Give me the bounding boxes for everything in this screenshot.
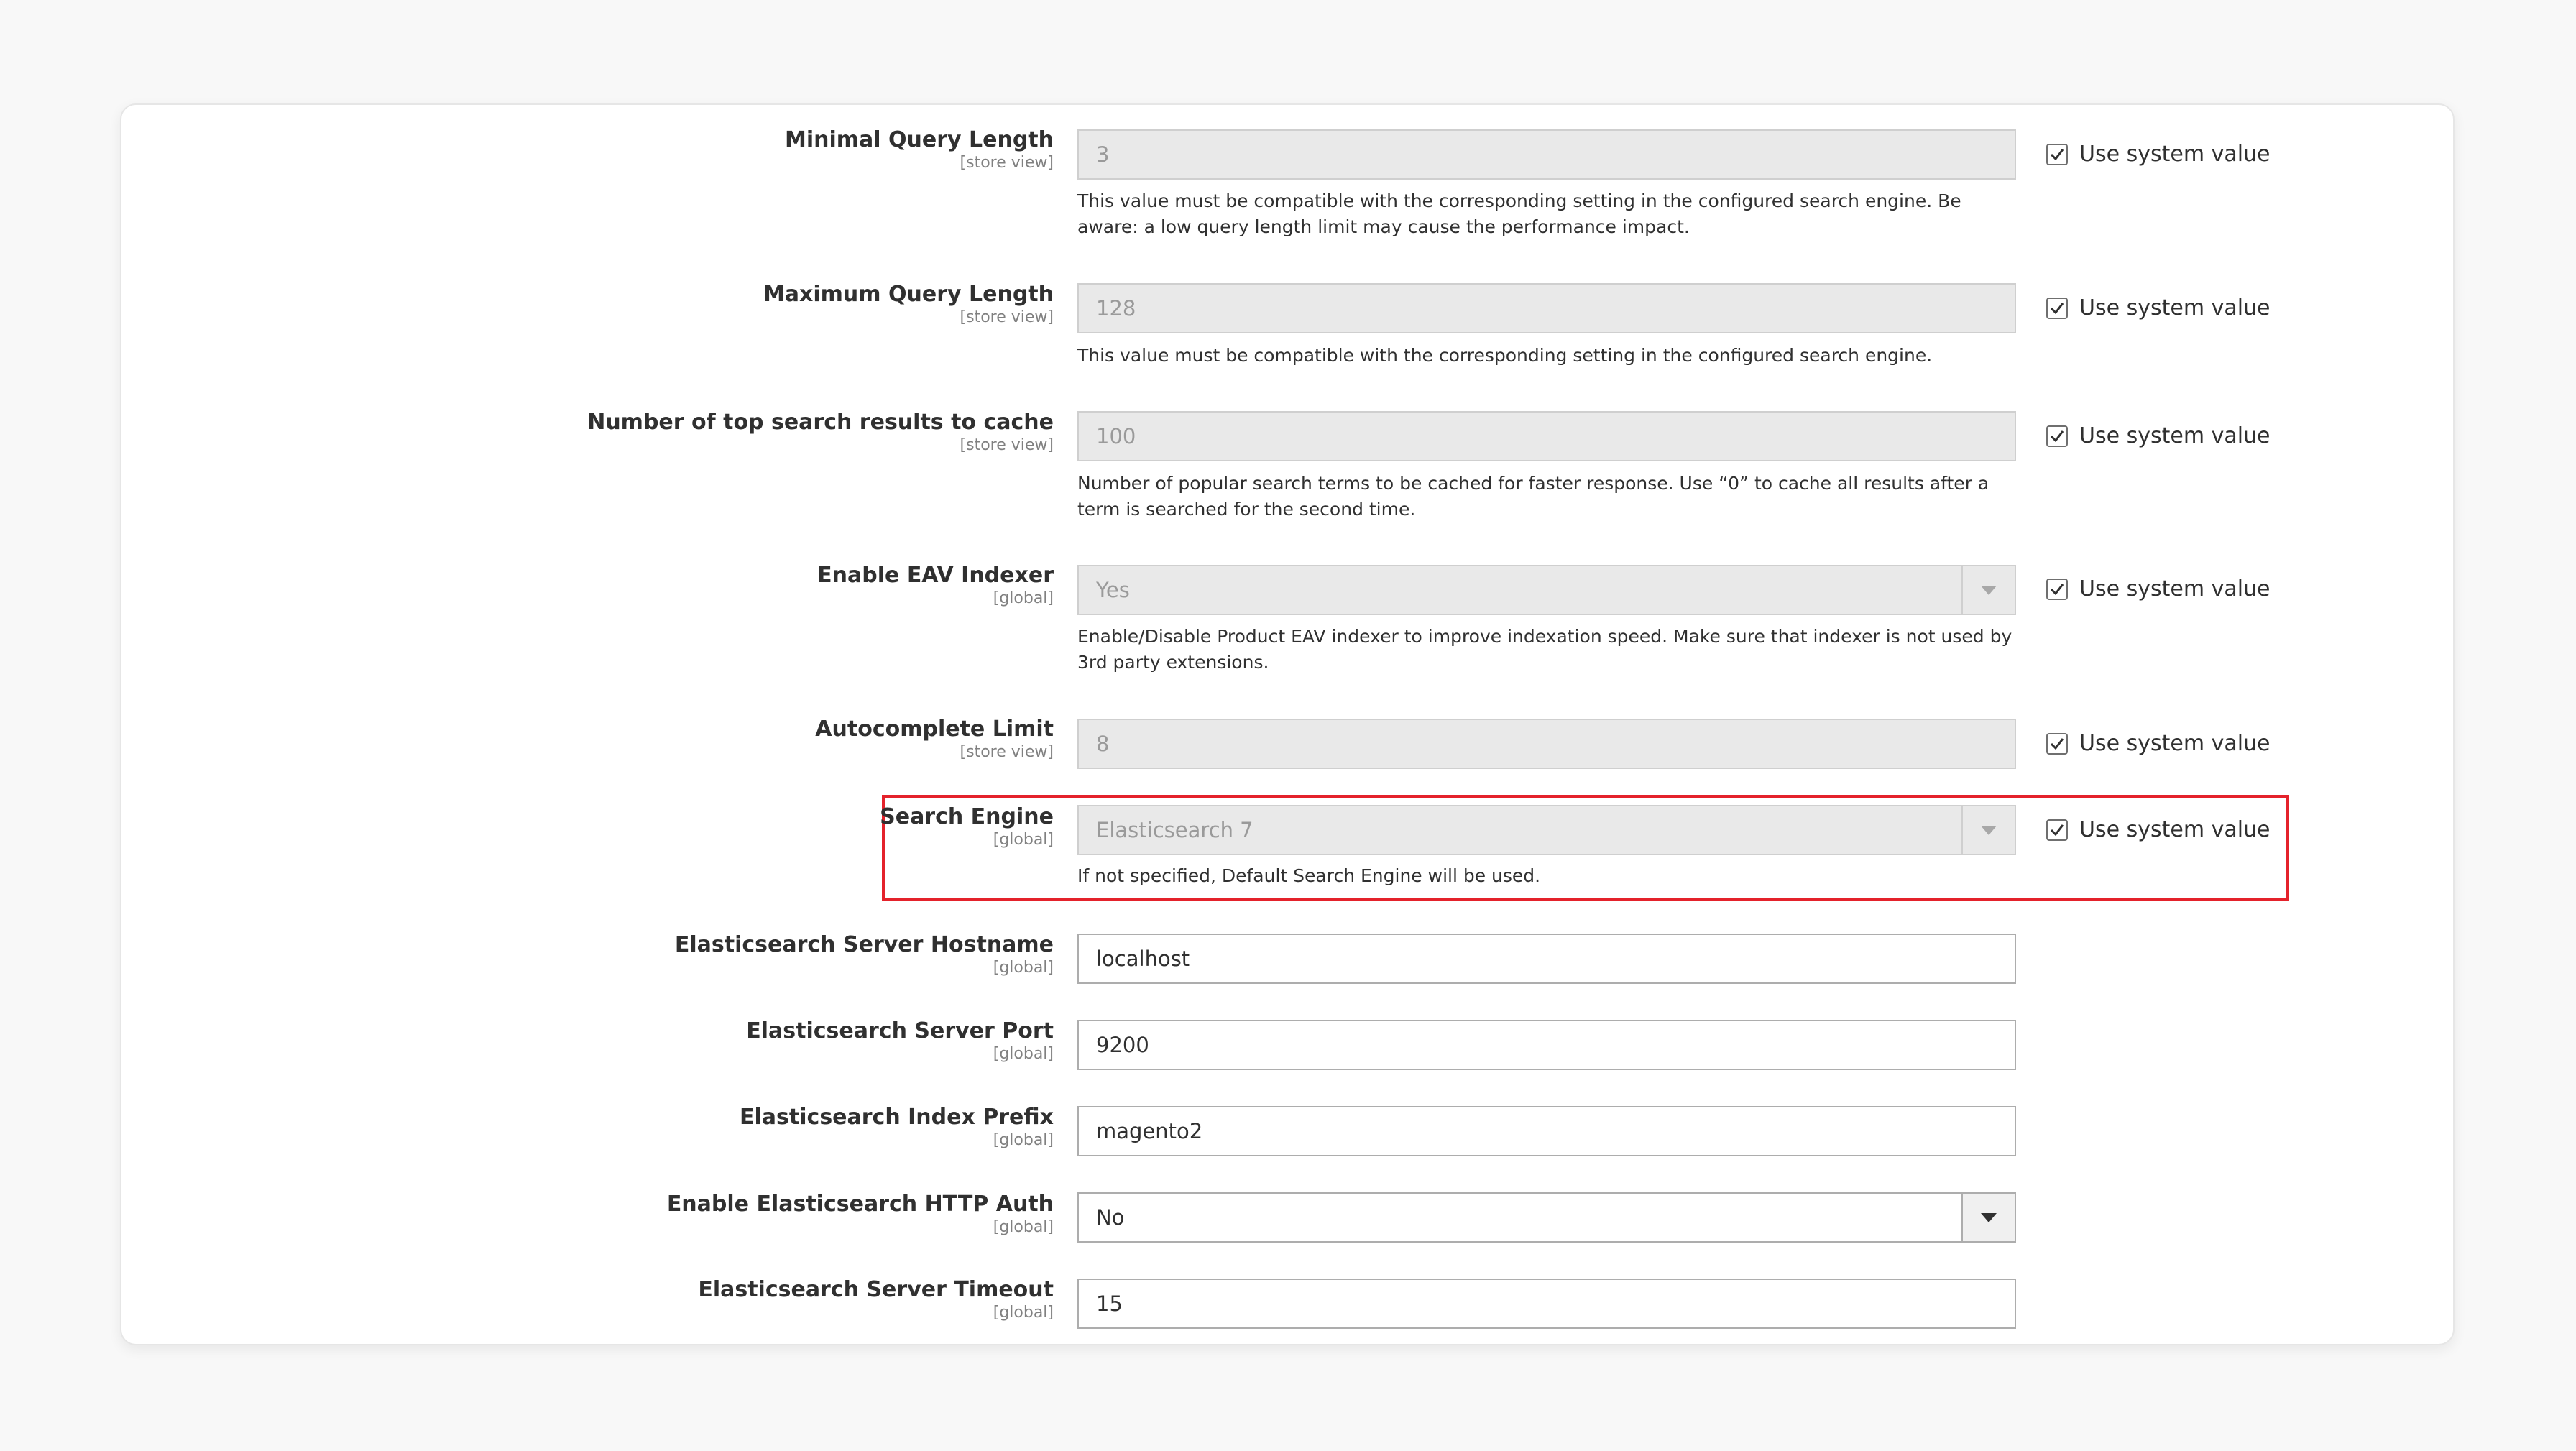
field-scope: [global]	[993, 589, 1054, 607]
field-scope: [global]	[993, 831, 1054, 849]
search-engine-use-system[interactable]: Use system value	[2046, 817, 2271, 842]
select-value: No	[1096, 1205, 1125, 1230]
label-es-index-prefix: Elasticsearch Index Prefix [global]	[740, 1104, 1054, 1150]
maximum-query-length-note: This value must be compatible with the c…	[1077, 345, 1933, 366]
es-hostname-input[interactable]: localhost	[1077, 934, 2016, 984]
field-label: Elasticsearch Server Timeout	[698, 1277, 1054, 1302]
field-scope: [store view]	[960, 308, 1054, 326]
checkmark-icon	[2050, 430, 2064, 442]
checkmark-icon	[2050, 737, 2064, 750]
checkbox[interactable]	[2046, 578, 2068, 600]
maximum-query-length-input[interactable]: 128	[1077, 283, 2016, 333]
checkbox-label: Use system value	[2079, 731, 2271, 756]
label-minimal-query-length: Minimal Query Length [store view]	[785, 126, 1054, 172]
chevron-down-icon[interactable]	[1961, 806, 2015, 854]
field-label: Enable Elasticsearch HTTP Auth	[666, 1192, 1054, 1217]
select-value: Yes	[1096, 578, 1130, 602]
checkbox-label: Use system value	[2079, 295, 2271, 321]
field-label: Enable EAV Indexer	[817, 563, 1054, 588]
es-timeout-input[interactable]: 15	[1077, 1279, 2016, 1329]
checkbox[interactable]	[2046, 297, 2068, 319]
field-label: Maximum Query Length	[763, 282, 1054, 307]
autocomplete-limit-use-system[interactable]: Use system value	[2046, 731, 2271, 756]
field-scope: [global]	[993, 1304, 1054, 1322]
checkbox[interactable]	[2046, 819, 2068, 841]
field-label: Number of top search results to cache	[587, 410, 1054, 435]
checkmark-icon	[2050, 302, 2064, 314]
label-autocomplete-limit: Autocomplete Limit [store view]	[815, 716, 1054, 762]
enable-eav-indexer-use-system[interactable]: Use system value	[2046, 576, 2271, 602]
field-label: Search Engine	[880, 804, 1054, 829]
label-es-hostname: Elasticsearch Server Hostname [global]	[675, 931, 1054, 977]
field-scope: [store view]	[960, 154, 1054, 172]
label-es-port: Elasticsearch Server Port [global]	[746, 1018, 1054, 1064]
field-label: Minimal Query Length	[784, 127, 1054, 152]
checkbox-label: Use system value	[2079, 142, 2271, 167]
label-es-http-auth: Enable Elasticsearch HTTP Auth [global]	[667, 1191, 1054, 1237]
top-search-results-cache-use-system[interactable]: Use system value	[2046, 423, 2271, 448]
field-scope: [global]	[993, 1218, 1054, 1236]
field-label: Elasticsearch Server Port	[746, 1018, 1054, 1044]
select-value: Elasticsearch 7	[1096, 818, 1254, 842]
label-maximum-query-length: Maximum Query Length [store view]	[763, 281, 1054, 327]
checkmark-icon	[2050, 148, 2064, 160]
checkmark-icon	[2050, 583, 2064, 595]
search-engine-note: If not specified, Default Search Engine …	[1077, 865, 1541, 886]
minimal-query-length-input[interactable]: 3	[1077, 129, 2016, 180]
minimal-query-length-use-system[interactable]: Use system value	[2046, 142, 2271, 167]
field-label: Autocomplete Limit	[815, 717, 1054, 742]
minimal-query-length-note: This value must be compatible with the c…	[1077, 190, 1961, 237]
field-scope: [global]	[993, 1131, 1054, 1149]
label-top-search-results-cache: Number of top search results to cache [s…	[587, 409, 1054, 455]
field-scope: [store view]	[960, 743, 1054, 761]
checkbox-label: Use system value	[2079, 576, 2271, 602]
field-label: Elasticsearch Index Prefix	[740, 1105, 1054, 1130]
label-es-timeout: Elasticsearch Server Timeout [global]	[698, 1276, 1054, 1322]
top-search-results-cache-note: Number of popular search terms to be cac…	[1077, 473, 1990, 520]
field-label: Elasticsearch Server Hostname	[674, 932, 1054, 957]
checkbox[interactable]	[2046, 732, 2068, 755]
enable-eav-indexer-note: Enable/Disable Product EAV indexer to im…	[1077, 626, 2012, 673]
checkmark-icon	[2050, 824, 2064, 836]
top-search-results-cache-input[interactable]: 100	[1077, 411, 2016, 461]
maximum-query-length-use-system[interactable]: Use system value	[2046, 295, 2271, 321]
field-scope: [global]	[993, 959, 1054, 977]
field-scope: [global]	[993, 1045, 1054, 1063]
enable-eav-indexer-select[interactable]: Yes	[1077, 565, 2016, 615]
checkbox-label: Use system value	[2079, 423, 2271, 448]
checkbox[interactable]	[2046, 143, 2068, 165]
label-search-engine: Search Engine [global]	[880, 803, 1054, 849]
checkbox-label: Use system value	[2079, 817, 2271, 842]
field-scope: [store view]	[960, 436, 1054, 454]
es-http-auth-select[interactable]: No	[1077, 1192, 2016, 1243]
es-port-input[interactable]: 9200	[1077, 1020, 2016, 1070]
chevron-down-icon[interactable]	[1961, 566, 2015, 614]
search-engine-select[interactable]: Elasticsearch 7	[1077, 805, 2016, 855]
label-enable-eav-indexer: Enable EAV Indexer [global]	[817, 562, 1054, 608]
checkbox[interactable]	[2046, 425, 2068, 447]
es-index-prefix-input[interactable]: magento2	[1077, 1106, 2016, 1156]
chevron-down-icon[interactable]	[1961, 1194, 2015, 1241]
autocomplete-limit-input[interactable]: 8	[1077, 719, 2016, 769]
